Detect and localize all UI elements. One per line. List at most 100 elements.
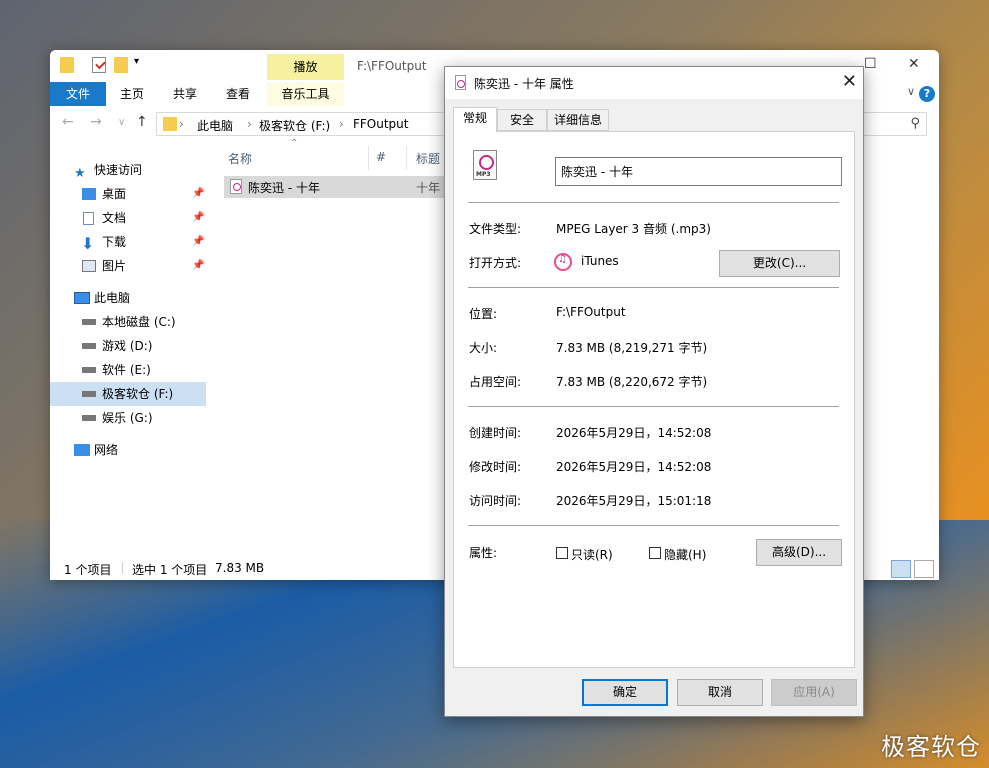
divider [468,525,839,526]
large-icons-view-icon[interactable] [914,560,934,578]
sidebar-item-network[interactable]: 网络 [50,438,206,462]
sidebar-item-label: 软件 (E:) [102,363,151,377]
location-label: 位置: [469,307,498,321]
sidebar-item-drive-d[interactable]: 游戏 (D:) [50,334,206,358]
created-label: 创建时间: [469,426,522,440]
sidebar-item-label: 此电脑 [94,291,131,305]
pin-icon[interactable]: 📌 [192,182,204,206]
help-icon[interactable]: ? [919,86,935,102]
sidebar-item-drive-g[interactable]: 娱乐 (G:) [50,406,206,430]
column-header-title[interactable]: 标题 [416,150,440,167]
chevron-right-icon[interactable]: › [339,117,344,131]
location-value: F:\FFOutput [556,305,626,319]
pin-icon[interactable]: 📌 [192,206,204,230]
search-icon: ⚲ [910,116,920,131]
hidden-label[interactable]: 隐藏(H) [664,546,706,563]
star-icon: ★ [74,166,86,181]
readonly-label[interactable]: 只读(R) [571,546,613,563]
sidebar-item-drive-e[interactable]: 软件 (E:) [50,358,206,382]
column-header-number[interactable]: # [376,150,386,164]
back-icon[interactable]: ← [62,114,74,130]
maximize-icon[interactable]: ☐ [864,56,877,72]
mp3-file-icon: MP3 [473,150,497,180]
close-icon[interactable]: ✕ [908,56,920,72]
sidebar-item-drive-f[interactable]: 极客软仓 (F:) [50,382,206,406]
sidebar-item-label: 桌面 [102,187,127,201]
column-header-name[interactable]: 名称 [228,150,252,167]
sidebar-item-label: 快速访问 [94,163,143,177]
sidebar-item-drive-c[interactable]: 本地磁盘 (C:) [50,310,206,334]
network-icon [74,444,90,456]
tab-security[interactable]: 安全 [497,109,547,131]
sort-ascending-icon: ⌃ [290,138,299,149]
advanced-button[interactable]: 高级(D)... [756,539,842,566]
sidebar-item-pictures[interactable]: 图片 📌 [50,254,206,278]
details-view-icon[interactable] [891,560,911,578]
modified-value: 2026年5月29日，14:52:08 [556,460,712,474]
ribbon-context-tab-play[interactable]: 播放 [267,54,344,80]
window-path-title: F:\FFOutput [357,59,427,73]
breadcrumb-drive-f[interactable]: 极客软仓 (F:) [259,117,330,134]
desktop-icon [82,188,96,200]
column-divider[interactable] [368,146,369,170]
breadcrumb-this-pc[interactable]: 此电脑 [197,117,233,134]
hidden-checkbox[interactable] [649,547,661,559]
file-name-field[interactable]: 陈奕迅 - 十年 [555,157,842,186]
readonly-checkbox[interactable] [556,547,568,559]
new-folder-icon[interactable] [114,57,128,73]
forward-icon[interactable]: → [90,114,102,130]
recent-dropdown-icon[interactable]: ∨ [118,117,125,128]
tab-general[interactable]: 常规 [453,107,497,132]
properties-dialog: 陈奕迅 - 十年 属性 ✕ 常规 安全 详细信息 MP3 陈奕迅 - 十年 文件… [444,66,864,717]
sidebar-item-this-pc[interactable]: 此电脑 [50,286,206,310]
general-tab-panel: MP3 陈奕迅 - 十年 文件类型: MPEG Layer 3 音频 (.mp3… [453,131,855,668]
sidebar-item-label: 文档 [102,211,127,225]
chevron-right-icon[interactable]: › [179,117,184,131]
ok-button[interactable]: 确定 [582,679,668,706]
tab-share[interactable]: 共享 [165,82,205,106]
column-divider[interactable] [406,146,407,170]
tab-details[interactable]: 详细信息 [547,109,609,131]
file-name: 陈奕迅 - 十年 [248,181,320,195]
tab-music-tools[interactable]: 音乐工具 [267,82,344,106]
drive-icon [82,319,96,325]
file-type-value: MPEG Layer 3 音频 (.mp3) [556,222,711,236]
close-icon[interactable]: ✕ [842,71,857,93]
breadcrumb-ffoutput[interactable]: FFOutput [353,117,409,131]
quick-access-dropdown-icon[interactable]: ▾ [134,56,139,67]
sidebar-item-documents[interactable]: 文档 📌 [50,206,206,230]
address-input[interactable]: › 此电脑 › 极客软仓 (F:) › FFOutput [156,112,456,136]
drive-icon [82,343,96,349]
properties-check-icon[interactable] [92,57,106,73]
dialog-title: 陈奕迅 - 十年 属性 [474,77,574,91]
sidebar-item-downloads[interactable]: ⬇ 下载 📌 [50,230,206,254]
cancel-button[interactable]: 取消 [677,679,763,706]
tab-view[interactable]: 查看 [218,82,258,106]
up-icon[interactable]: ↑ [136,114,148,130]
sidebar-item-label: 娱乐 (G:) [102,411,153,425]
file-type-label: 文件类型: [469,222,522,236]
tab-home[interactable]: 主页 [112,82,152,106]
watermark: 极客软仓 [881,733,981,761]
sidebar-item-label: 游戏 (D:) [102,339,153,353]
chevron-right-icon[interactable]: › [247,117,252,131]
apply-button[interactable]: 应用(A) [771,679,857,706]
table-row[interactable]: 陈奕迅 - 十年 十年 [224,176,450,198]
disk-size-value: 7.83 MB (8,220,672 字节) [556,375,708,389]
change-button[interactable]: 更改(C)... [719,250,840,277]
ribbon-collapse-icon[interactable]: ∨ [907,85,915,98]
status-divider [122,562,123,574]
pin-icon[interactable]: 📌 [192,254,204,278]
divider [468,287,839,288]
open-with-value: iTunes [581,254,619,268]
tab-file[interactable]: 文件 [50,82,106,106]
documents-icon [83,212,94,225]
folder-icon [60,57,74,73]
pin-icon[interactable]: 📌 [192,230,204,254]
sidebar-item-desktop[interactable]: 桌面 📌 [50,182,206,206]
navigation-pane: ★ 快速访问 桌面 📌 文档 📌 ⬇ 下载 📌 图片 📌 此电脑 本地磁盘 (C… [50,142,208,562]
open-with-label: 打开方式: [469,256,522,270]
pictures-icon [82,260,96,272]
sidebar-item-quick-access[interactable]: ★ 快速访问 [50,158,206,182]
attributes-label: 属性: [469,546,498,560]
